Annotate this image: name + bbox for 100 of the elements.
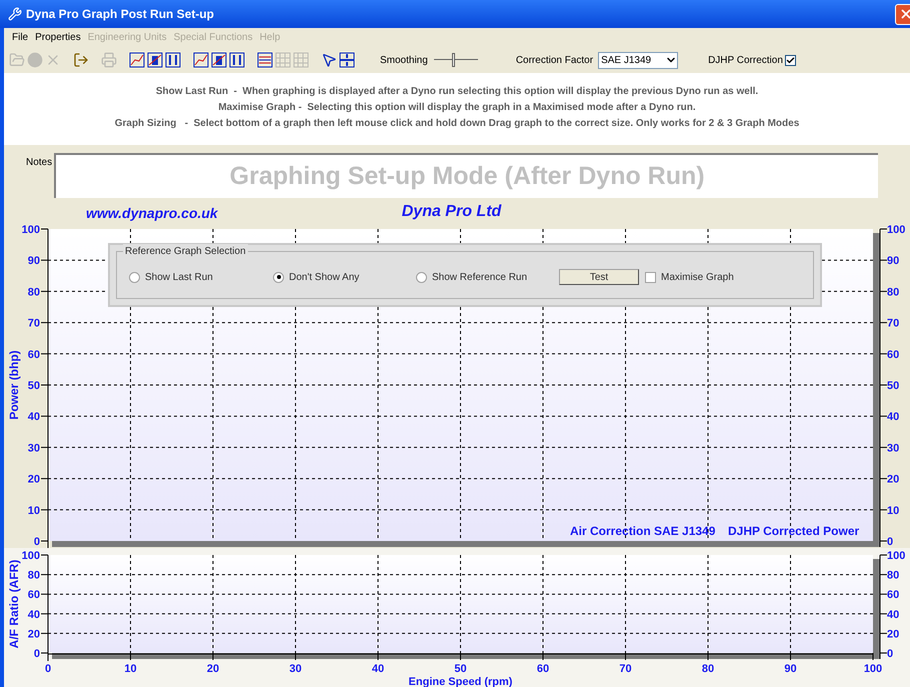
printer-icon — [101, 52, 117, 68]
axis-tick-label: 0 — [887, 648, 894, 660]
slider-thumb[interactable] — [452, 53, 455, 67]
test-button[interactable]: Test — [559, 269, 639, 285]
axis-tick-label: 40 — [28, 411, 40, 424]
axis-tick-label: 30 — [887, 442, 900, 454]
dropdown-value: SAE J1349 — [600, 54, 652, 68]
radio-button[interactable] — [416, 272, 427, 282]
axis-tick-label: 10 — [887, 504, 900, 517]
axis-tick-label: 100 — [887, 224, 906, 236]
maximise-checkbox[interactable] — [645, 272, 656, 282]
axis-tick-label: 60 — [887, 348, 900, 361]
graph-icon — [129, 52, 145, 68]
toolbar-button[interactable] — [128, 50, 146, 70]
exit-icon — [73, 52, 89, 68]
graph-icon — [193, 52, 209, 68]
graph-icon — [257, 52, 273, 68]
djhp-correction-checkbox[interactable] — [784, 54, 796, 66]
pointer-icon — [321, 52, 337, 68]
axis-tick-label: 10 — [124, 663, 137, 675]
axis-tick-label: 30 — [289, 663, 302, 675]
djhp-correction-label: DJHP Correction — [708, 54, 783, 68]
axis-tick-label: 60 — [536, 663, 550, 675]
graph-icon — [229, 52, 245, 68]
notes-label: Notes — [26, 156, 52, 170]
axis-tick-label: 40 — [887, 608, 900, 621]
graph-icon — [165, 52, 181, 68]
check-icon — [786, 56, 795, 64]
radio-label: Show Reference Run — [432, 270, 528, 284]
axis-tick-label: 70 — [887, 318, 900, 330]
axis-tick-label: 0 — [34, 536, 40, 548]
axis-tick-label: 70 — [619, 663, 632, 675]
maximise-label: Maximise Graph — [661, 270, 734, 284]
axis-tick-label: 40 — [28, 608, 40, 621]
axis-tick-label: 90 — [887, 255, 900, 268]
axis-tick-label: 30 — [28, 442, 40, 454]
axis-tick-label: 10 — [28, 504, 40, 517]
axis-tick-label: 60 — [887, 589, 900, 602]
axis-tick-label: 20 — [28, 474, 40, 486]
help-text: Maximise Graph - Selecting this option will display the graph in a Maximised mode after a Dyno run. — [218, 100, 696, 114]
grid-icon — [293, 52, 309, 68]
radio-label: Show Last Run — [145, 270, 213, 284]
axis-title: Engine Speed (rpm) — [408, 676, 512, 687]
folder-icon — [9, 52, 25, 68]
menu-item[interactable]: Properties — [35, 30, 81, 45]
axis-tick-label: 40 — [372, 663, 384, 675]
close-icon — [898, 7, 910, 21]
axis-tick-label: 50 — [28, 380, 40, 392]
circle-icon — [27, 52, 43, 68]
axis-tick-label: 100 — [22, 550, 40, 562]
axis-tick-label: 20 — [887, 474, 900, 486]
axis-tick-label: 90 — [28, 255, 40, 268]
axis-tick-label: 50 — [454, 663, 467, 675]
axis-tick-label: 80 — [702, 663, 714, 675]
axis-tick-label: 100 — [887, 550, 906, 562]
group-title: Reference Graph Selection — [123, 244, 248, 259]
axis-tick-label: 0 — [34, 648, 40, 660]
axis-title: A/F Ratio (AFR) — [7, 560, 21, 648]
smoothing-slider[interactable] — [434, 52, 478, 68]
correction-factor-dropdown[interactable]: SAE J1349 — [598, 52, 678, 68]
axis-tick-label: 0 — [887, 536, 894, 548]
toolbar-button[interactable] — [192, 50, 210, 70]
radio-button[interactable] — [129, 272, 140, 282]
toolbar-button[interactable] — [228, 50, 246, 70]
axis-tick-label: 80 — [28, 286, 40, 298]
axis-tick-label: 40 — [887, 411, 900, 424]
axis-tick-label: 20 — [28, 628, 40, 640]
menu-item[interactable]: File — [12, 30, 28, 45]
wrench-icon — [8, 7, 22, 21]
axis-tick-label: 60 — [28, 589, 40, 602]
toolbar-button[interactable] — [210, 50, 228, 70]
axis-tick-label: 70 — [28, 318, 40, 330]
axis-title: Power (bhp) — [7, 350, 21, 420]
graph-caption: DJHP Corrected Power — [728, 524, 860, 538]
axis-tick-label: 0 — [44, 663, 52, 675]
smoothing-label: Smoothing — [380, 54, 428, 68]
help-text: Graph Sizing - Select bottom of a graph then left mouse click and hold down Drag graph to the correct size. Only works for 2 & 3 Graph Modes — [114, 116, 800, 130]
axis-tick-label: 100 — [864, 663, 882, 675]
toolbar-button[interactable] — [256, 50, 274, 70]
axis-tick-label: 20 — [206, 663, 220, 675]
axis-tick-label: 80 — [887, 570, 900, 582]
company-name: Dyna Pro Ltd — [402, 202, 502, 222]
close-button[interactable] — [895, 4, 910, 24]
help-text: Show Last Run - When graphing is displayed after a Dyno run selecting this option will display the previous Dyno run as well. — [156, 84, 758, 98]
graph-icon — [147, 52, 163, 68]
axis-tick-label: 60 — [28, 348, 40, 361]
axis-tick-label: 50 — [887, 380, 900, 392]
correction-factor-label: Correction Factor — [516, 54, 594, 68]
grid-icon — [275, 52, 291, 68]
toolbar-button[interactable] — [164, 50, 182, 70]
toolbar-button[interactable] — [146, 50, 164, 70]
notes-text: Graphing Set-up Mode (After Dyno Run) — [230, 160, 705, 192]
graph-icon — [211, 52, 227, 68]
toolbar-button[interactable] — [338, 50, 356, 70]
radio-label: Don't Show Any — [289, 270, 360, 284]
radio-button[interactable] — [273, 272, 284, 282]
axis-tick-label: 20 — [887, 628, 900, 640]
axis-tick-label: 90 — [784, 663, 797, 675]
window-title: Dyna Pro Graph Post Run Set-up — [26, 6, 214, 23]
website-text: www.dynapro.co.uk — [86, 204, 218, 223]
